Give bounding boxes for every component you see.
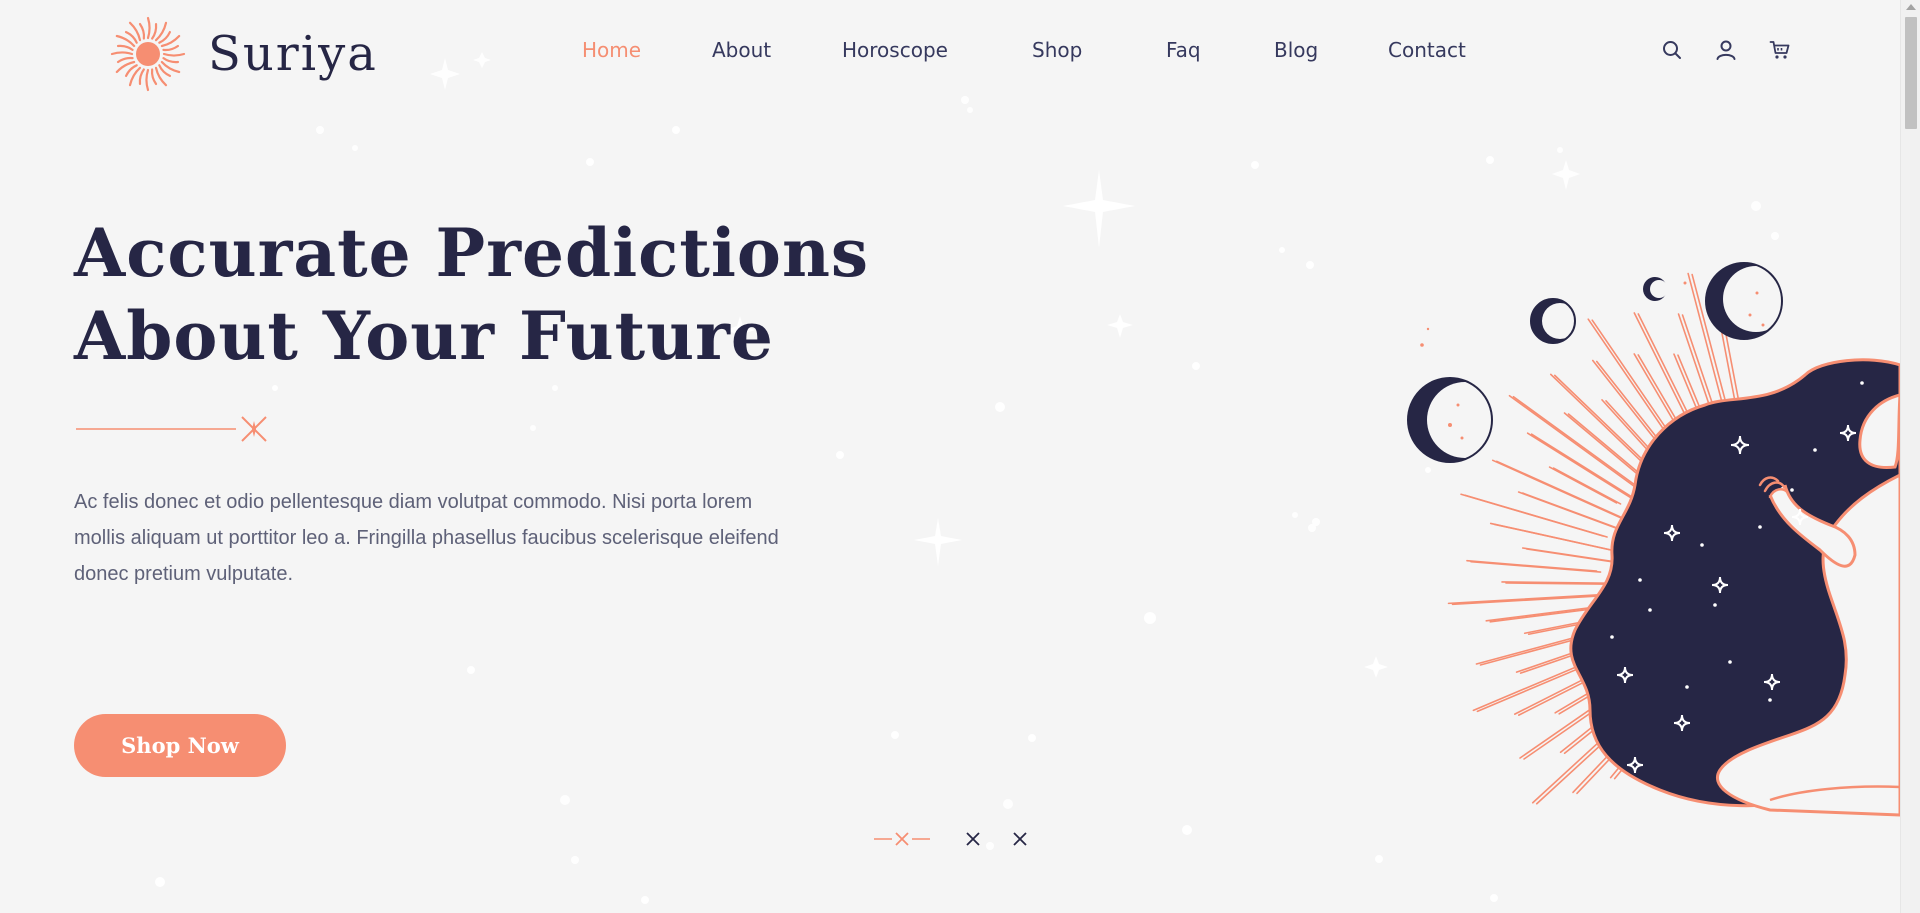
hero-illustration <box>1407 262 1900 817</box>
hero-title: Accurate Predictions About Your Future <box>74 212 874 378</box>
nav-shop[interactable]: Shop <box>1032 38 1082 62</box>
scrollbar[interactable] <box>1900 0 1920 913</box>
site-header: Suriya Home About Horoscope Shop Faq Blo… <box>0 0 1900 106</box>
nav-about[interactable]: About <box>712 38 771 62</box>
hero-title-line-1: Accurate Predictions <box>74 214 870 292</box>
search-icon[interactable] <box>1660 38 1684 62</box>
nav-horoscope[interactable]: Horoscope <box>842 38 948 62</box>
user-icon[interactable] <box>1714 38 1738 62</box>
sun-logo-icon <box>110 16 186 92</box>
nav-faq[interactable]: Faq <box>1166 38 1201 62</box>
shop-now-button[interactable]: Shop Now <box>74 714 286 777</box>
logo[interactable]: Suriya <box>110 16 378 92</box>
cart-icon[interactable] <box>1768 38 1792 62</box>
slider-dot-active[interactable] <box>872 826 932 852</box>
nav-home[interactable]: Home <box>582 38 641 62</box>
scrollbar-thumb[interactable] <box>1905 17 1917 129</box>
slider-indicators <box>872 826 1032 852</box>
slider-dot[interactable] <box>1007 826 1033 852</box>
brand-name: Suriya <box>208 26 378 82</box>
header-actions <box>1660 38 1792 62</box>
title-divider <box>76 416 267 442</box>
hero-description: Ac felis donec et odio pellentesque diam… <box>74 491 779 585</box>
nav-blog[interactable]: Blog <box>1274 38 1318 62</box>
hero-title-line-2: About Your Future <box>74 297 774 375</box>
page: Suriya Home About Horoscope Shop Faq Blo… <box>0 0 1900 913</box>
nav-contact[interactable]: Contact <box>1388 38 1466 62</box>
scroll-up-arrow-icon[interactable] <box>1906 4 1916 10</box>
slider-dot[interactable] <box>960 826 986 852</box>
